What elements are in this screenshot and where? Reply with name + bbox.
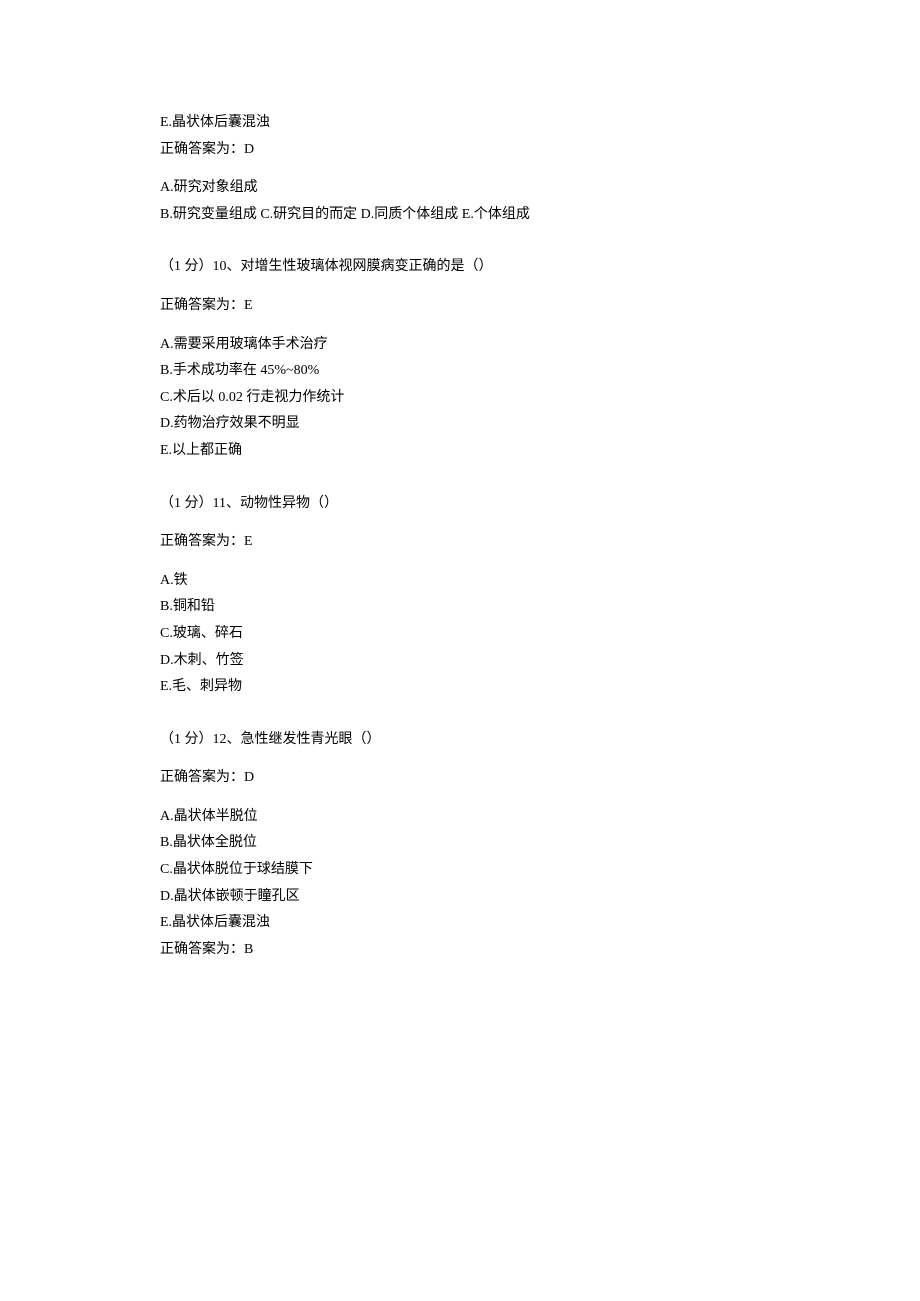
q11-option-a: A.铁 bbox=[160, 568, 760, 595]
q10-option-d: D.药物治疗效果不明显 bbox=[160, 411, 760, 438]
q9-answer: 正确答案为：D bbox=[160, 137, 760, 164]
q11-option-c: C.玻璃、碎石 bbox=[160, 621, 760, 648]
q9b-options-rest: B.研究变量组成 C.研究目的而定 D.同质个体组成 E.个体组成 bbox=[160, 202, 760, 229]
q10-option-e: E.以上都正确 bbox=[160, 438, 760, 465]
q9-option-e: E.晶状体后囊混浊 bbox=[160, 110, 760, 137]
q12-option-c: C.晶状体脱位于球结膜下 bbox=[160, 857, 760, 884]
q12-option-d: D.晶状体嵌顿于瞳孔区 bbox=[160, 884, 760, 911]
q10-option-b: B.手术成功率在 45%~80% bbox=[160, 358, 760, 385]
q10-option-a: A.需要采用玻璃体手术治疗 bbox=[160, 332, 760, 359]
q12-header: （1 分）12、急性继发性青光眼（） bbox=[160, 727, 760, 754]
q12-answer-2: 正确答案为：B bbox=[160, 937, 760, 964]
q11-answer: 正确答案为：E bbox=[160, 529, 760, 556]
q11-option-b: B.铜和铅 bbox=[160, 594, 760, 621]
q10-option-c: C.术后以 0.02 行走视力作统计 bbox=[160, 385, 760, 412]
q12-option-b: B.晶状体全脱位 bbox=[160, 830, 760, 857]
q10-answer: 正确答案为：E bbox=[160, 293, 760, 320]
q11-option-e: E.毛、刺异物 bbox=[160, 674, 760, 701]
q9b-option-a: A.研究对象组成 bbox=[160, 175, 760, 202]
q12-option-e: E.晶状体后囊混浊 bbox=[160, 910, 760, 937]
q12-option-a: A.晶状体半脱位 bbox=[160, 804, 760, 831]
q11-option-d: D.木刺、竹签 bbox=[160, 648, 760, 675]
q11-header: （1 分）11、动物性异物（） bbox=[160, 491, 760, 518]
q12-answer: 正确答案为：D bbox=[160, 765, 760, 792]
q10-header: （1 分）10、对增生性玻璃体视网膜病变正确的是（） bbox=[160, 254, 760, 281]
